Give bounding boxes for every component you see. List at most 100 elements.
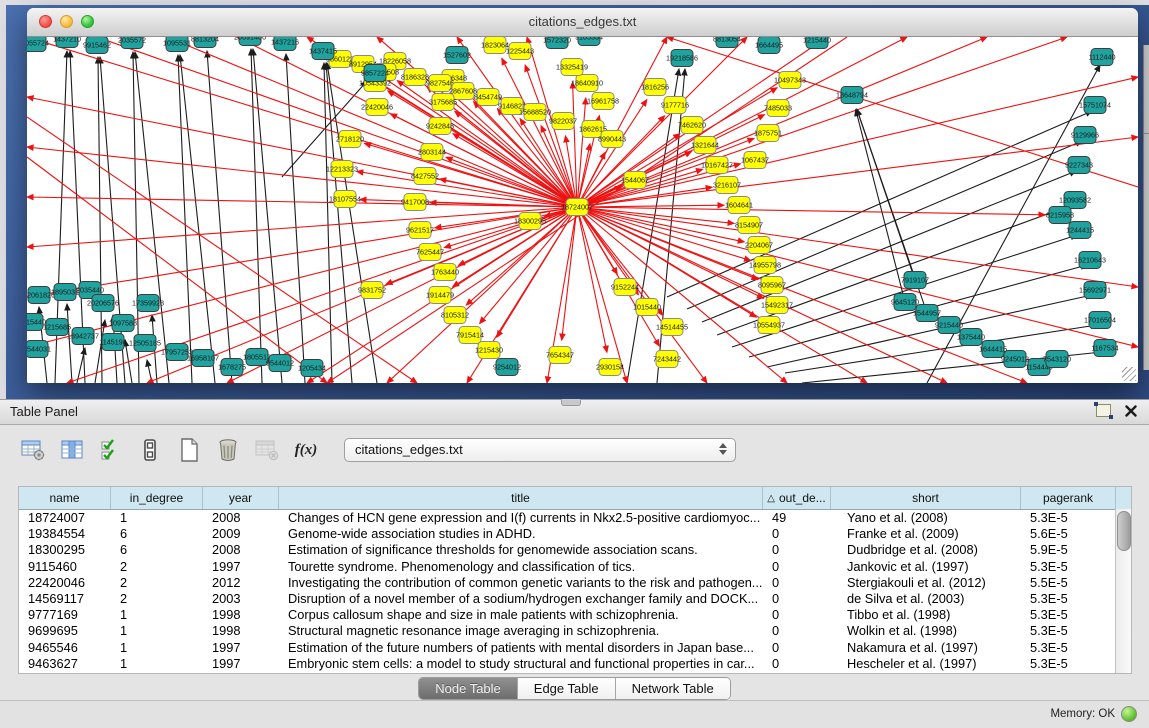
graph-edge-directed-black[interactable] <box>732 235 1077 347</box>
table-cell: Embryonic stem cells: a model to study s… <box>279 656 763 672</box>
graph-node-label: 18107554 <box>329 195 361 204</box>
network-view-window[interactable]: citations_edges.txt 18724007183002959860… <box>27 8 1138 383</box>
citation-network-graph[interactable]: 1872400718300295986012389129541822605898… <box>27 37 1138 383</box>
table-cell: 2008 <box>203 510 279 526</box>
graph-edge-directed-black[interactable] <box>326 63 352 383</box>
column-header-short[interactable]: short <box>831 487 1021 509</box>
float-panel-icon[interactable] <box>1096 404 1111 417</box>
graph-node-label: 1763440 <box>431 268 459 277</box>
table-cell: Nakamura et al. (1997) <box>831 640 1021 656</box>
tab-node-table[interactable]: Node Table <box>419 678 518 699</box>
delete-table-icon[interactable] <box>254 437 280 463</box>
graph-edge-directed-black[interactable] <box>147 360 152 383</box>
table-cell: 5.3E-5 <box>1021 656 1116 672</box>
graph-node-label: 14955798 <box>749 261 781 270</box>
table-options-icon[interactable] <box>20 437 46 463</box>
graph-node-label: 2035440 <box>76 286 104 295</box>
graph-node-label: 10497343 <box>774 76 806 85</box>
graph-edge-directed-black[interactable] <box>67 304 72 383</box>
table-cell: 0 <box>763 656 831 672</box>
table-cell: 2 <box>111 559 203 575</box>
column-header-in_degree[interactable]: in_degree <box>111 487 203 509</box>
graph-edge-directed-black[interactable] <box>133 52 139 383</box>
graph-edge-directed-red[interactable] <box>577 207 751 261</box>
graph-node-label: 1244415 <box>1066 226 1094 235</box>
graph-node-label: 9544012 <box>266 359 294 368</box>
column-header-title[interactable]: title <box>279 487 763 509</box>
graph-edge-directed-black[interactable] <box>856 110 905 302</box>
graph-node-label: 8186328 <box>401 73 429 82</box>
table-scrollbar-thumb[interactable] <box>1117 511 1131 551</box>
graph-edge-directed-red[interactable] <box>577 205 724 207</box>
table-selector-dropdown[interactable]: citations_edges.txt <box>344 438 736 462</box>
column-header-out_de[interactable]: △out_de... <box>763 487 831 509</box>
window-resize-grip[interactable] <box>1122 367 1136 381</box>
graph-node-label: 2204067 <box>745 241 773 250</box>
graph-node-label: 8215958 <box>1046 211 1074 220</box>
table-row[interactable]: 946362711997Embryonic stem cells: a mode… <box>19 656 1131 672</box>
table-row[interactable]: 2242004622012Investigating the contribut… <box>19 575 1131 591</box>
graph-edge-directed-black[interactable] <box>286 54 305 383</box>
table-row[interactable]: 1938455462009Genome-wide association stu… <box>19 526 1131 542</box>
graph-node-label: 17016504 <box>1084 316 1116 325</box>
tab-network-table[interactable]: Network Table <box>616 678 730 699</box>
table-selector-value: citations_edges.txt <box>355 442 463 457</box>
graph-node-label: 1167534 <box>1091 344 1118 353</box>
graph-node-label: 9242848 <box>426 122 454 131</box>
memory-status-indicator[interactable] <box>1121 706 1137 722</box>
graph-edge-directed-red[interactable] <box>444 207 577 248</box>
tab-edge-table[interactable]: Edge Table <box>518 678 616 699</box>
table-scrollbar[interactable] <box>1115 509 1131 673</box>
delete-column-icon[interactable] <box>215 437 241 463</box>
new-column-icon[interactable] <box>176 437 202 463</box>
column-header-name[interactable]: name <box>19 487 111 509</box>
split-pane-handle[interactable] <box>561 399 581 406</box>
function-builder-icon[interactable]: f(x) <box>293 437 319 463</box>
select-columns-icon[interactable] <box>98 437 124 463</box>
show-columns-icon[interactable] <box>59 437 85 463</box>
table-cell: 0 <box>763 623 831 639</box>
table-panel-body: f(x) citations_edges.txt namein_degreeye… <box>0 425 1149 700</box>
graph-node-label: 2867608 <box>449 87 477 96</box>
graph-node-label: 14514455 <box>656 323 688 332</box>
graph-node-label: 1875751 <box>754 129 782 138</box>
window-titlebar[interactable]: citations_edges.txt <box>27 8 1138 37</box>
graph-node-label: 8813204 <box>191 37 219 44</box>
column-header-pagerank[interactable]: pagerank <box>1021 487 1116 509</box>
table-row[interactable]: 1456911722003Disruption of a novel membe… <box>19 591 1131 607</box>
close-panel-icon[interactable] <box>1125 405 1137 417</box>
graph-edge-directed-red[interactable] <box>577 207 659 346</box>
graph-edge-directed-black[interactable] <box>324 63 332 383</box>
table-cell: 1 <box>111 640 203 656</box>
graph-node-label: 9227343 <box>1065 161 1093 170</box>
table-row[interactable]: 969969511998Structural magnetic resonanc… <box>19 623 1131 639</box>
graph-edge-directed-red[interactable] <box>577 207 1027 383</box>
graph-edge-directed-red[interactable] <box>573 82 577 207</box>
table-cell: 6 <box>111 526 203 542</box>
table-cell: 49 <box>763 510 831 526</box>
table-row[interactable]: 1872400712008Changes of HCN gene express… <box>19 510 1131 526</box>
graph-edge-directed-black[interactable] <box>135 52 169 383</box>
table-cell: Disruption of a novel member of a sodium… <box>279 591 763 607</box>
graph-node-label: 16210643 <box>1074 256 1106 265</box>
table-cell: 0 <box>763 559 831 575</box>
table-cell: 19384554 <box>19 526 111 542</box>
row-toggle-icon[interactable] <box>137 437 163 463</box>
table-cell: 1 <box>111 623 203 639</box>
table-cell: Wolkin et al. (1998) <box>831 623 1021 639</box>
column-header-year[interactable]: year <box>203 487 279 509</box>
graph-node-label: 9915462 <box>83 41 111 50</box>
graph-edge-directed-red[interactable] <box>577 37 1067 207</box>
graph-edge-directed-red[interactable] <box>577 207 1045 215</box>
graph-edge-directed-black[interactable] <box>253 49 282 383</box>
graph-edge-directed-red[interactable] <box>577 207 744 242</box>
table-row[interactable]: 1830029562008Estimation of significance … <box>19 542 1131 558</box>
network-canvas[interactable]: 1872400718300295986012389129541822605898… <box>27 37 1138 383</box>
table-row[interactable]: 911546021997Tourette syndrome. Phenomeno… <box>19 559 1131 575</box>
table-cell: 1998 <box>203 623 279 639</box>
graph-node-label: 16961758 <box>587 97 619 106</box>
table-cell: 2 <box>111 591 203 607</box>
graph-edge-directed-black[interactable] <box>857 109 915 280</box>
table-row[interactable]: 946554611997Estimation of the future num… <box>19 640 1131 656</box>
table-row[interactable]: 977716911998Corpus callosum shape and si… <box>19 607 1131 623</box>
